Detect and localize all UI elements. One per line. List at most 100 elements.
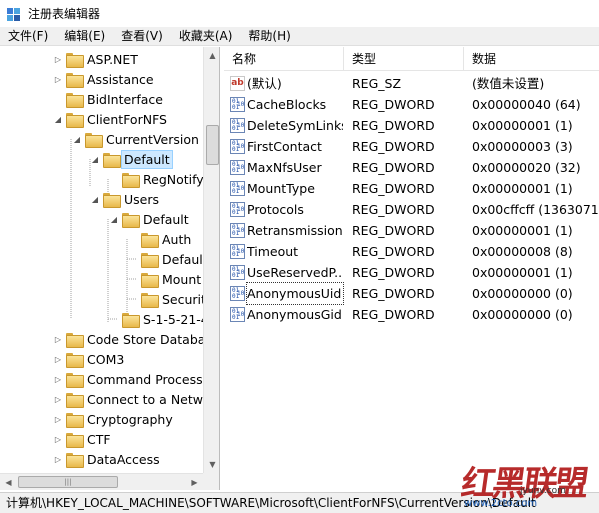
- value-data: 0x00000000 (0): [472, 286, 573, 301]
- collapse-icon[interactable]: ◢: [71, 133, 83, 145]
- tree-item-bidinterface[interactable]: BidInterface: [52, 89, 165, 109]
- tree-item-label: ClientForNFS: [87, 111, 167, 127]
- menu-favorites[interactable]: 收藏夹(A): [171, 27, 241, 45]
- value-row[interactable]: 01 10 01 Protocols REG_DWORD 0x00cffcff (1363…: [224, 199, 599, 220]
- tree-item-ctf[interactable]: ▷ CTF: [52, 429, 113, 449]
- menu-view[interactable]: 查看(V): [113, 27, 171, 45]
- value-type: REG_DWORD: [352, 139, 435, 154]
- window-title: 注册表编辑器: [28, 7, 101, 21]
- tree-item-auth[interactable]: Auth: [127, 229, 193, 249]
- folder-open-icon: [85, 132, 103, 148]
- value-type: REG_DWORD: [352, 244, 435, 259]
- scroll-left-arrow-icon[interactable]: ◀: [0, 474, 17, 490]
- expand-icon: [127, 273, 139, 285]
- value-name: AnonymousUid: [246, 282, 344, 305]
- value-name: DeleteSymLinks: [247, 118, 343, 133]
- binary-value-icon: 01 10 01: [230, 307, 245, 322]
- folder-icon: [66, 412, 84, 428]
- expand-icon: [108, 313, 120, 325]
- tree-item-code-store[interactable]: ▷ Code Store Databas: [52, 329, 203, 349]
- tree-item-default-selected[interactable]: ◢ Default: [89, 149, 173, 169]
- tree-item-security[interactable]: Security: [127, 289, 203, 309]
- collapse-icon[interactable]: ◢: [89, 193, 101, 205]
- tree-item-currentversion[interactable]: ◢ CurrentVersion: [71, 129, 201, 149]
- value-type: REG_DWORD: [352, 181, 435, 196]
- collapse-icon[interactable]: ◢: [89, 153, 101, 165]
- tree-item-command-processor[interactable]: ▷ Command Processo: [52, 369, 203, 389]
- expand-icon[interactable]: ▷: [52, 393, 64, 405]
- tree-item-sid[interactable]: S-1-5-21-4: [108, 309, 203, 329]
- scrollbar-thumb[interactable]: |||: [18, 476, 118, 488]
- tree-item-users-default[interactable]: ◢ Default: [108, 209, 191, 229]
- tree-item-clientfornfs[interactable]: ◢ ClientForNFS: [52, 109, 169, 129]
- value-type: REG_DWORD: [352, 265, 435, 280]
- column-header-data[interactable]: 数据: [464, 47, 599, 71]
- value-type: REG_DWORD: [352, 307, 435, 322]
- status-bar: 计算机\HKEY_LOCAL_MACHINE\SOFTWARE\Microsof…: [0, 492, 599, 513]
- tree-item-cryptography[interactable]: ▷ Cryptography: [52, 409, 175, 429]
- value-row[interactable]: 01 10 01 UseReservedP... REG_DWORD 0x00000001…: [224, 262, 599, 283]
- menu-edit[interactable]: 编辑(E): [56, 27, 113, 45]
- tree-item-users[interactable]: ◢ Users: [89, 189, 161, 209]
- value-name: MountType: [247, 181, 315, 196]
- expand-icon[interactable]: ▷: [52, 53, 64, 65]
- list-header: 名称 类型 数据: [224, 47, 599, 71]
- value-row[interactable]: 01 10 01 CacheBlocks REG_DWORD 0x00000040 (64…: [224, 94, 599, 115]
- tree-item-label: CurrentVersion: [106, 131, 199, 147]
- expand-icon: [52, 93, 64, 105]
- expand-icon[interactable]: ▷: [52, 73, 64, 85]
- column-header-name[interactable]: 名称: [224, 47, 344, 71]
- tree-vertical-scrollbar[interactable]: ▲ ▼: [203, 47, 219, 473]
- folder-icon: [66, 372, 84, 388]
- value-type: REG_SZ: [352, 76, 402, 91]
- status-path: 计算机\HKEY_LOCAL_MACHINE\SOFTWARE\Microsof…: [6, 496, 536, 510]
- tree-item-dataaccess[interactable]: ▷ DataAccess: [52, 449, 162, 469]
- tree-item-label: Connect to a Netwo: [87, 391, 203, 407]
- binary-value-icon: 01 10 01: [230, 223, 245, 238]
- tree-horizontal-scrollbar[interactable]: ◀ ||| ▶: [0, 473, 203, 490]
- folder-icon: [66, 452, 84, 468]
- scroll-down-arrow-icon[interactable]: ▼: [204, 456, 219, 473]
- tree-item-aspnet[interactable]: ▷ ASP.NET: [52, 49, 140, 69]
- binary-value-icon: 01 10 01: [230, 118, 245, 133]
- value-row[interactable]: 01 10 01 Retransmissions REG_DWORD 0x00000001…: [224, 220, 599, 241]
- tree-item-com3[interactable]: ▷ COM3: [52, 349, 126, 369]
- value-data: 0x00000008 (8): [472, 244, 573, 259]
- tree-item-connect-network[interactable]: ▷ Connect to a Netwo: [52, 389, 203, 409]
- column-header-type[interactable]: 类型: [344, 47, 464, 71]
- binary-value-icon: 01 10 01: [230, 265, 245, 280]
- value-row[interactable]: 01 10 01 DeleteSymLinks REG_DWORD 0x00000001 …: [224, 115, 599, 136]
- expand-icon[interactable]: ▷: [52, 413, 64, 425]
- scroll-right-arrow-icon[interactable]: ▶: [186, 474, 203, 490]
- value-data: 0x00000020 (32): [472, 160, 581, 175]
- value-row[interactable]: 01 10 01 FirstContact REG_DWORD 0x00000003 (3…: [224, 136, 599, 157]
- value-name: UseReservedP...: [247, 265, 343, 280]
- expand-icon[interactable]: ▷: [52, 333, 64, 345]
- value-row[interactable]: 01 10 01 MountType REG_DWORD 0x00000001 (1): [224, 178, 599, 199]
- value-row[interactable]: 01 10 01 AnonymousUid REG_DWORD 0x00000000 (0…: [224, 282, 599, 305]
- tree-item-mount[interactable]: Mount: [127, 269, 203, 289]
- expand-icon: [127, 293, 139, 305]
- collapse-icon[interactable]: ◢: [52, 113, 64, 125]
- value-name: MaxNfsUser: [247, 160, 322, 175]
- binary-value-icon: 01 10 01: [230, 160, 245, 175]
- scrollbar-thumb[interactable]: [206, 125, 219, 165]
- binary-value-icon: 01 10 01: [230, 181, 245, 196]
- tree-item-assistance[interactable]: ▷ Assistance: [52, 69, 156, 89]
- expand-icon[interactable]: ▷: [52, 373, 64, 385]
- value-row[interactable]: 01 10 01 AnonymousGid REG_DWORD 0x00000000 (0…: [224, 304, 599, 325]
- tree-item-regnotify[interactable]: RegNotify: [108, 169, 203, 189]
- expand-icon[interactable]: ▷: [52, 433, 64, 445]
- menu-file[interactable]: 文件(F): [0, 27, 56, 45]
- collapse-icon[interactable]: ◢: [108, 213, 120, 225]
- value-row[interactable]: 01 10 01 MaxNfsUser REG_DWORD 0x00000020 (32): [224, 157, 599, 178]
- value-row[interactable]: ab (默认) REG_SZ (数值未设置): [224, 73, 599, 94]
- scroll-up-arrow-icon[interactable]: ▲: [204, 47, 219, 64]
- expand-icon[interactable]: ▷: [52, 353, 64, 365]
- expand-icon[interactable]: ▷: [52, 453, 64, 465]
- menu-help[interactable]: 帮助(H): [240, 27, 298, 45]
- tree-item-label: Security: [162, 291, 203, 307]
- title-bar: 注册表编辑器: [0, 0, 599, 27]
- tree-item-default-sub[interactable]: Default: [127, 249, 203, 269]
- value-row[interactable]: 01 10 01 Timeout REG_DWORD 0x00000008 (8): [224, 241, 599, 262]
